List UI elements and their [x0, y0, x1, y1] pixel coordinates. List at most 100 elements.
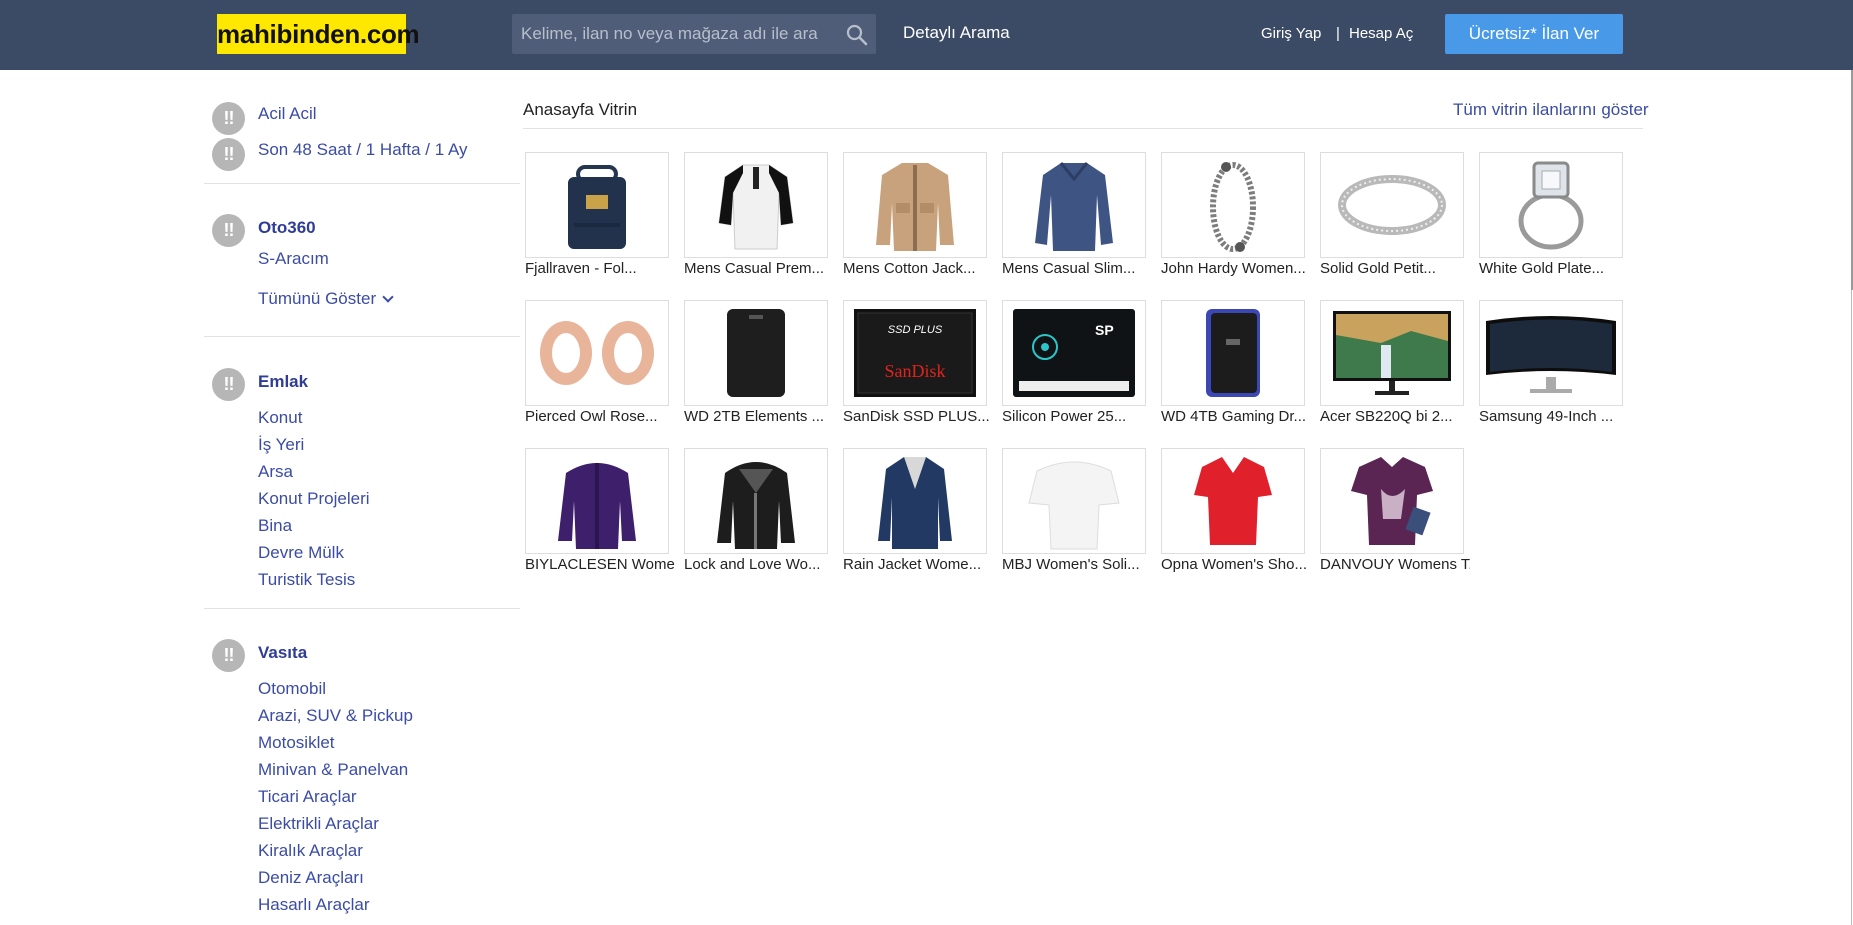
showcase-item[interactable]: Fjallraven - Fol...: [523, 150, 671, 278]
svg-text:SanDisk: SanDisk: [884, 361, 945, 381]
product-image-henley-shirt: [684, 152, 828, 258]
sidebar-item-konut[interactable]: Konut: [258, 408, 302, 428]
showcase-item[interactable]: White Gold Plate...: [1477, 150, 1625, 278]
exclamation-badge-icon: !!: [212, 102, 245, 135]
showcase-item[interactable]: SSD PLUS SanDisk SanDisk SSD PLUS...: [841, 298, 990, 426]
product-image-purple-jacket: [525, 448, 669, 554]
showcase-item[interactable]: WD 4TB Gaming Dr...: [1159, 298, 1307, 426]
showcase-item[interactable]: MBJ Women's Soli...: [1000, 446, 1148, 574]
exclamation-badge-icon: !!: [212, 368, 245, 401]
product-image-wd-drive: [684, 300, 828, 406]
showcase-item[interactable]: SP Silicon Power 25...: [1000, 298, 1148, 426]
detailed-search-link[interactable]: Detaylı Arama: [903, 23, 1010, 43]
show-all-link[interactable]: Tümünü Göster: [258, 289, 394, 309]
sidebar-item-konut-projeleri[interactable]: Konut Projeleri: [258, 489, 370, 509]
sidebar-item-ticari[interactable]: Ticari Araçlar: [258, 787, 357, 807]
product-image-samsung-monitor: [1479, 300, 1623, 406]
product-title: SanDisk SSD PLUS...: [843, 408, 990, 425]
showcase-item[interactable]: WD 2TB Elements ...: [682, 298, 830, 426]
sidebar-heading-oto360[interactable]: Oto360: [258, 218, 316, 238]
sidebar-divider: [204, 608, 520, 609]
sidebar-item-hasarli[interactable]: Hasarlı Araçlar: [258, 895, 369, 915]
sidebar-item-recent[interactable]: Son 48 Saat / 1 Hafta / 1 Ay: [258, 140, 468, 160]
sidebar-divider: [204, 336, 520, 337]
showcase-item[interactable]: BIYLACLESEN Wome...: [523, 446, 675, 574]
product-image-backpack: [525, 152, 669, 258]
exclamation-badge-icon: !!: [212, 639, 245, 672]
sidebar-item-is-yeri[interactable]: İş Yeri: [258, 435, 304, 455]
sidebar-divider: [204, 183, 520, 184]
sidebar-item-arsa[interactable]: Arsa: [258, 462, 293, 482]
sidebar-item-turistik-tesis[interactable]: Turistik Tesis: [258, 570, 355, 590]
sidebar-item-urgent[interactable]: Acil Acil: [258, 104, 317, 124]
showcase-item[interactable]: John Hardy Women...: [1159, 150, 1307, 278]
product-image-ear-plugs: [525, 300, 669, 406]
product-image-slim-shirt: [1002, 152, 1146, 258]
site-logo[interactable]: mahibinden.com: [217, 14, 420, 54]
product-image-cotton-jacket: [843, 152, 987, 258]
product-title: BIYLACLESEN Wome...: [525, 556, 675, 573]
search-bar: [512, 14, 876, 54]
product-title: Mens Casual Slim...: [1002, 260, 1136, 277]
sidebar-heading-vasita[interactable]: Vasıta: [258, 643, 307, 663]
product-title: Rain Jacket Wome...: [843, 556, 982, 573]
product-image-silicon-power-ssd: SP: [1002, 300, 1146, 406]
showcase-item[interactable]: Opna Women's Sho...: [1159, 446, 1307, 574]
register-link[interactable]: Hesap Aç: [1349, 25, 1413, 42]
showcase-item[interactable]: Rain Jacket Wome...: [841, 446, 989, 574]
product-image-ring: [1320, 152, 1464, 258]
product-title: WD 4TB Gaming Dr...: [1161, 408, 1307, 425]
product-image-bracelet: [1161, 152, 1305, 258]
product-title: Fjallraven - Fol...: [525, 260, 637, 277]
sidebar-item-otomobil[interactable]: Otomobil: [258, 679, 326, 699]
product-image-wd-gaming-drive: [1161, 300, 1305, 406]
sidebar-item-bina[interactable]: Bina: [258, 516, 292, 536]
product-image-acer-monitor: [1320, 300, 1464, 406]
product-image-purple-tshirt: [1320, 448, 1464, 554]
product-title: Samsung 49-Inch ...: [1479, 408, 1614, 425]
showcase-item[interactable]: Mens Cotton Jack...: [841, 150, 989, 278]
sidebar-item-arazi-suv[interactable]: Arazi, SUV & Pickup: [258, 706, 413, 726]
exclamation-badge-icon: !!: [212, 214, 245, 247]
product-image-engagement-ring: [1479, 152, 1623, 258]
exclamation-badge-icon: !!: [212, 138, 245, 171]
product-title: WD 2TB Elements ...: [684, 408, 825, 425]
showcase-item[interactable]: Mens Casual Slim...: [1000, 150, 1148, 278]
sidebar-item-elektrikli[interactable]: Elektrikli Araçlar: [258, 814, 379, 834]
product-title: Solid Gold Petit...: [1320, 260, 1436, 277]
product-title: DANVOUY Womens T...: [1320, 556, 1470, 573]
showcase-item[interactable]: Lock and Love Wo...: [682, 446, 830, 574]
sidebar-item-kiralik[interactable]: Kiralık Araçlar: [258, 841, 363, 861]
post-ad-button[interactable]: Ücretsiz* İlan Ver: [1445, 14, 1623, 54]
top-header: mahibinden.com Detaylı Arama Giriş Yap |…: [0, 0, 1853, 70]
showcase-item[interactable]: Pierced Owl Rose...: [523, 298, 671, 426]
showcase-item[interactable]: Acer SB220Q bi 2...: [1318, 298, 1466, 426]
search-input[interactable]: [512, 14, 832, 54]
showcase-item[interactable]: Solid Gold Petit...: [1318, 150, 1466, 278]
product-image-red-shirt: [1161, 448, 1305, 554]
sidebar-item-minivan[interactable]: Minivan & Panelvan: [258, 760, 408, 780]
product-title: John Hardy Women...: [1161, 260, 1306, 277]
product-image-white-top: [1002, 448, 1146, 554]
product-title: Lock and Love Wo...: [684, 556, 821, 573]
showcase-item[interactable]: DANVOUY Womens T...: [1318, 446, 1470, 574]
svg-text:SSD PLUS: SSD PLUS: [888, 324, 943, 336]
product-title: Mens Cotton Jack...: [843, 260, 976, 277]
sidebar-item-motosiklet[interactable]: Motosiklet: [258, 733, 335, 753]
product-title: Silicon Power 25...: [1002, 408, 1127, 425]
login-link[interactable]: Giriş Yap: [1261, 25, 1321, 42]
sidebar-item-deniz[interactable]: Deniz Araçları: [258, 868, 364, 888]
product-title: Acer SB220Q bi 2...: [1320, 408, 1453, 425]
show-all-label: Tümünü Göster: [258, 289, 377, 308]
showcase-item[interactable]: Samsung 49-Inch ...: [1477, 298, 1625, 426]
sidebar-item-s-aracim[interactable]: S-Aracım: [258, 249, 329, 269]
showcase-show-all-link[interactable]: Tüm vitrin ilanlarını göster: [1453, 100, 1649, 120]
sidebar-item-devre-mulk[interactable]: Devre Mülk: [258, 543, 344, 563]
showcase-item[interactable]: Mens Casual Prem...: [682, 150, 830, 278]
sidebar-heading-emlak[interactable]: Emlak: [258, 372, 308, 392]
search-icon[interactable]: [844, 22, 870, 48]
product-image-rain-jacket: [843, 448, 987, 554]
chevron-down-icon: [382, 291, 394, 303]
product-title: Pierced Owl Rose...: [525, 408, 658, 425]
showcase-title: Anasayfa Vitrin: [523, 100, 638, 119]
